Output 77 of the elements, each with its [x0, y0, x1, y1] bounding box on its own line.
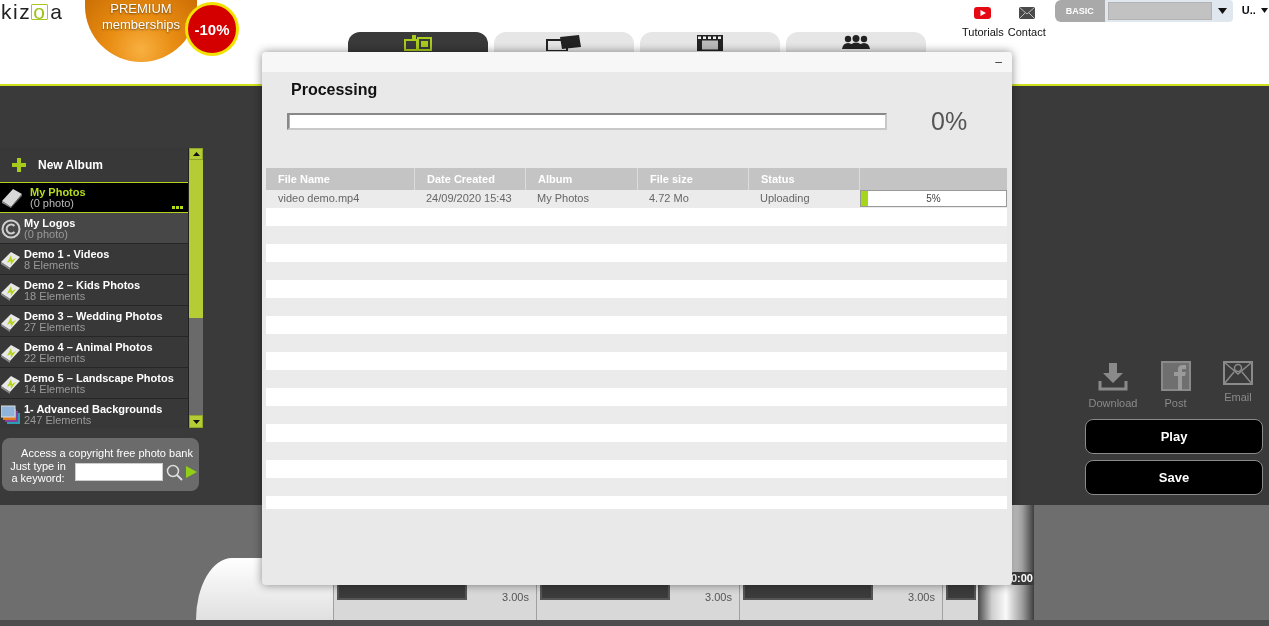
progress-label: 5% [926, 192, 941, 205]
discount-badge: -10% [185, 2, 239, 56]
video-icon [974, 7, 992, 19]
clip-duration: 3.00s [705, 591, 732, 603]
table-cell-text: 4.72 Mo [648, 191, 690, 206]
album-count: (0 photo) [24, 229, 69, 240]
search-icon[interactable] [166, 463, 183, 481]
clip-duration: 3.00s [908, 591, 935, 603]
copyright-icon [1, 218, 21, 239]
keyword-input[interactable] [75, 463, 163, 481]
film-tab[interactable] [640, 32, 780, 52]
album-item[interactable]: My Logos (0 photo) [0, 213, 188, 244]
photos-tab[interactable] [348, 32, 488, 52]
save-button[interactable]: Save [1085, 460, 1263, 495]
album-title: Demo 4 – Animal Photos [24, 341, 153, 353]
dialog-title: Processing [291, 80, 379, 99]
timeline-clip[interactable] [942, 585, 978, 620]
album-icon [1, 249, 21, 270]
caret-icon [1217, 8, 1227, 14]
album-icon [1, 311, 21, 332]
album-count: 14 Elements [24, 384, 86, 395]
album-title: 1- Advanced Backgrounds [24, 403, 163, 415]
book-icon [1, 187, 23, 208]
plan-badge: BASIC [1054, 0, 1105, 22]
download-icon [1098, 361, 1128, 391]
album-count: 247 Elements [24, 415, 92, 426]
keyword-label: Just type in a keyword: [9, 460, 67, 484]
scroll-down-button[interactable] [189, 415, 203, 428]
table-cell-text: 24/09/2020 15:43 [425, 191, 513, 206]
timeline-clip[interactable]: 3.00s [739, 585, 942, 620]
clip-duration: 3.00s [502, 591, 529, 603]
slides-icon [546, 35, 582, 51]
album-icon [1, 373, 21, 394]
play-button[interactable]: Play [1085, 419, 1263, 454]
album-title: Demo 1 - Videos [24, 248, 110, 260]
email-icon [1223, 361, 1253, 385]
album-count: 18 Elements [24, 291, 87, 302]
scrollbar-thumb[interactable] [189, 160, 203, 318]
album-item[interactable]: My Photos (0 photo) [0, 182, 188, 213]
slides-tab[interactable] [494, 32, 634, 52]
album-count: 22 Elements [24, 353, 87, 364]
album-icon [1, 280, 21, 301]
plus-icon [12, 158, 26, 172]
photo-bank-title: Access a copyright free photo bank [20, 447, 194, 459]
tutorials-link[interactable]: Tutorials [962, 7, 1004, 39]
people-icon [842, 35, 870, 49]
album-title: My Photos [30, 186, 86, 198]
people-tab[interactable] [786, 32, 926, 52]
layers-icon [1, 404, 21, 425]
album-title: Demo 3 – Wedding Photos [24, 310, 163, 322]
album-icon [1, 342, 21, 363]
account-field[interactable] [1107, 2, 1212, 20]
album-title: Demo 2 – Kids Photos [24, 279, 141, 291]
album-title: My Logos [24, 217, 76, 229]
up-arrow-icon [192, 152, 200, 156]
caret-icon [1260, 7, 1268, 13]
album-count: 27 Elements [24, 322, 86, 333]
album-count: (0 photo) [30, 198, 76, 209]
more-icon[interactable] [172, 206, 183, 209]
scroll-up-button[interactable] [189, 148, 203, 160]
square-f-icon [1160, 361, 1191, 391]
timeline-clip[interactable]: 3.00s [333, 585, 536, 620]
go-arrow-icon[interactable] [186, 466, 197, 478]
progress-percent: 0% [931, 107, 968, 135]
minimize-button[interactable]: – [993, 56, 1004, 68]
album-count: 8 Elements [24, 260, 81, 271]
table-cell-text: Uploading [759, 191, 811, 206]
album-title: Demo 5 – Landscape Photos [24, 372, 174, 384]
down-arrow-icon [192, 419, 200, 424]
contact-link[interactable]: Contact [1007, 7, 1046, 39]
table-cell-text: video demo.mp4 [277, 191, 361, 206]
clip-thumbnail [946, 585, 976, 600]
envelope-icon [1018, 7, 1035, 19]
photo-frames-icon [404, 35, 432, 51]
table-cell-text: My Photos [536, 191, 590, 206]
user-menu[interactable]: U.. [1241, 4, 1268, 16]
timeline-clip[interactable]: 3.00s [536, 585, 739, 620]
